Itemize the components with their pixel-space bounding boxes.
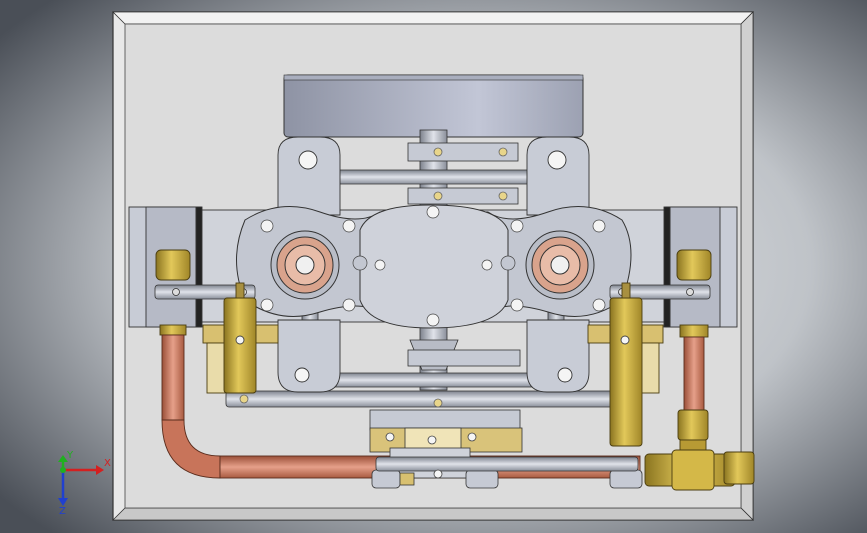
y-axis-label: Y — [66, 450, 74, 461]
right-bearing — [525, 230, 595, 300]
z-axis-label: Z — [59, 506, 66, 517]
flywheel — [283, 74, 584, 138]
copper-pipe-right — [683, 336, 705, 413]
left-bearing — [270, 230, 340, 300]
x-axis-label: X — [104, 458, 111, 469]
cad-viewport[interactable]: X Y Z — [0, 0, 867, 533]
